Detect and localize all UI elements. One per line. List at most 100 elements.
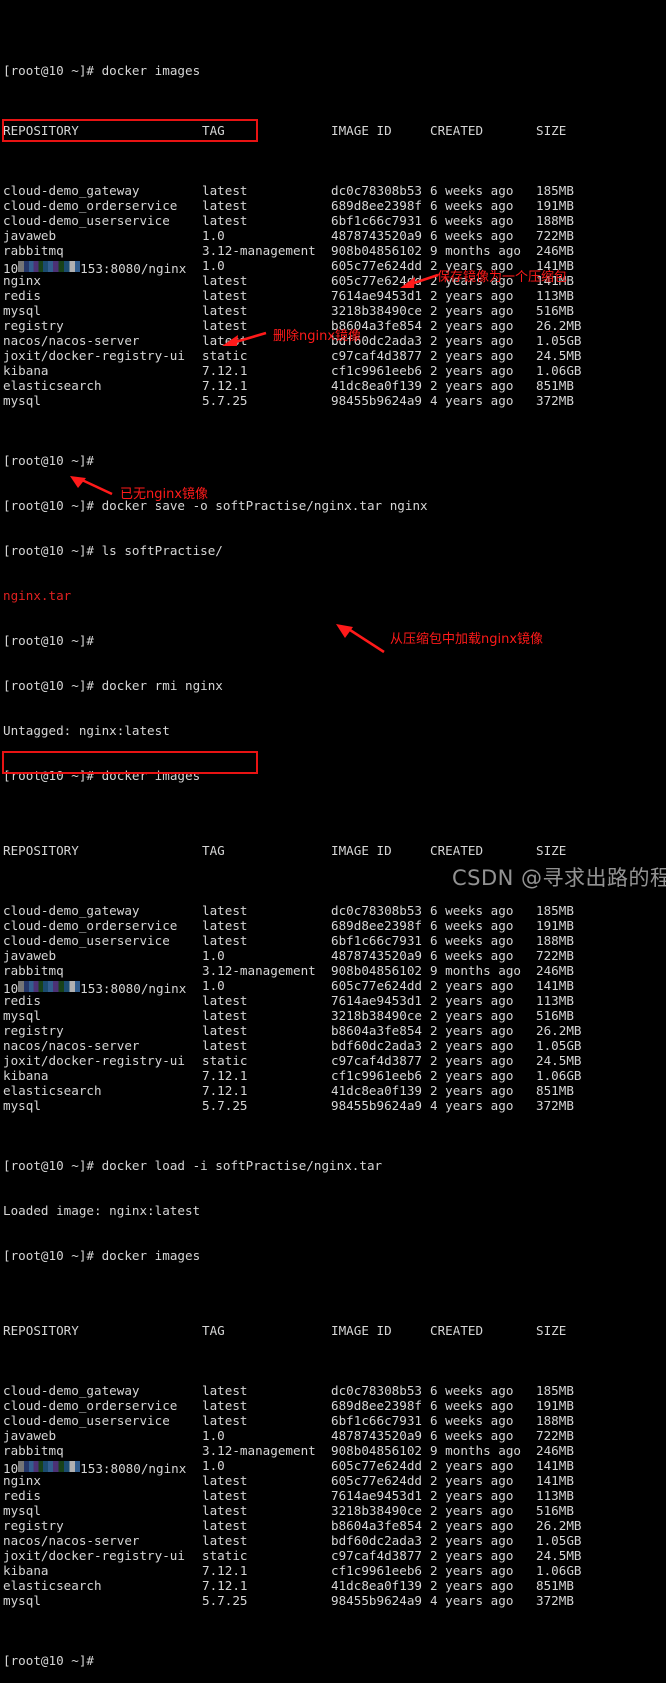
cell-tag: 5.7.25 bbox=[202, 393, 248, 408]
cell-image-id: 4878743520a9 bbox=[331, 948, 422, 963]
table-row: 10 153:8080/nginx 1.0 605c77e624dd 2 years a… bbox=[3, 1458, 666, 1476]
cell-image-id: 605c77e624dd bbox=[331, 978, 422, 993]
cell-repository: cloud-demo_orderservice bbox=[3, 918, 178, 933]
cell-created: 2 years ago bbox=[430, 993, 514, 1008]
column-header-size: SIZE bbox=[536, 843, 567, 858]
cell-size: 722MB bbox=[536, 228, 574, 243]
table-row: nacos/nacos-server latest bdf60dc2ada3 2 ye… bbox=[3, 1038, 666, 1053]
cell-size: 722MB bbox=[536, 1428, 574, 1443]
cell-repository: rabbitmq bbox=[3, 963, 64, 978]
table-header: REPOSITORY TAG IMAGE ID CREATED SIZE bbox=[3, 843, 666, 858]
shell-prompt: [root@10 ~]# bbox=[3, 543, 102, 558]
cell-created: 2 years ago bbox=[430, 1068, 514, 1083]
cell-repository: joxit/docker-registry-ui bbox=[3, 1053, 185, 1068]
cell-repository: nginx bbox=[3, 273, 41, 288]
column-header-repository: REPOSITORY bbox=[3, 123, 79, 138]
cell-tag: 7.12.1 bbox=[202, 1068, 248, 1083]
cell-size: 516MB bbox=[536, 303, 574, 318]
cell-repository: joxit/docker-registry-ui bbox=[3, 348, 185, 363]
cell-size: 185MB bbox=[536, 903, 574, 918]
cell-tag: static bbox=[202, 348, 248, 363]
cell-repository: redis bbox=[3, 1488, 41, 1503]
cell-size: 113MB bbox=[536, 288, 574, 303]
cell-created: 2 years ago bbox=[430, 1563, 514, 1578]
cell-tag: 7.12.1 bbox=[202, 1083, 248, 1098]
table-header: REPOSITORY TAG IMAGE ID CREATED SIZE bbox=[3, 1323, 666, 1338]
cell-created: 2 years ago bbox=[430, 1578, 514, 1593]
output-line: Loaded image: nginx:latest bbox=[3, 1203, 666, 1218]
cell-size: 851MB bbox=[536, 1578, 574, 1593]
terminal-window[interactable]: [root@10 ~]# docker images REPOSITORY TA… bbox=[0, 0, 666, 1668]
command-text: ls softPractise/ bbox=[101, 543, 223, 558]
cell-size: 26.2MB bbox=[536, 1518, 582, 1533]
cell-size: 372MB bbox=[536, 1593, 574, 1608]
cell-created: 2 years ago bbox=[430, 1518, 514, 1533]
column-header-tag: TAG bbox=[202, 1323, 225, 1338]
cell-tag: latest bbox=[202, 918, 248, 933]
cell-created: 6 weeks ago bbox=[430, 1413, 514, 1428]
table-row: rabbitmq 3.12-management 908b04856102 9 mon… bbox=[3, 963, 666, 978]
table-row: cloud-demo_orderservice latest 689d8ee2398… bbox=[3, 918, 666, 933]
table-row: joxit/docker-registry-ui static c97caf4d38… bbox=[3, 1548, 666, 1563]
shell-prompt: [root@10 ~]# bbox=[3, 498, 102, 513]
cell-repository: nacos/nacos-server bbox=[3, 1533, 140, 1548]
cell-tag: latest bbox=[202, 1383, 248, 1398]
output-line: nginx.tar bbox=[3, 588, 666, 603]
cell-size: 24.5MB bbox=[536, 1053, 582, 1068]
table-row: mysql latest 3218b38490ce 2 years ago 516MB bbox=[3, 1008, 666, 1023]
command-text: docker load -i softPractise/nginx.tar bbox=[101, 1158, 383, 1173]
cell-size: 722MB bbox=[536, 948, 574, 963]
column-header-created: CREATED bbox=[430, 1323, 484, 1338]
cell-created: 6 weeks ago bbox=[430, 933, 514, 948]
cell-repository: cloud-demo_orderservice bbox=[3, 1398, 178, 1413]
cell-created: 2 years ago bbox=[430, 1038, 514, 1053]
shell-prompt: [root@10 ~]# bbox=[3, 633, 102, 648]
cell-tag: 1.0 bbox=[202, 1428, 225, 1443]
cell-size: 1.05GB bbox=[536, 1533, 582, 1548]
table-row: mysql 5.7.25 98455b9624a9 4 years ago 372MB bbox=[3, 393, 666, 408]
cell-size: 246MB bbox=[536, 1443, 574, 1458]
cell-repository: nginx bbox=[3, 1473, 41, 1488]
shell-prompt: [root@10 ~]# bbox=[3, 678, 102, 693]
untagged-output: Untagged: nginx:latest bbox=[3, 723, 170, 738]
cell-repository: cloud-demo_gateway bbox=[3, 1383, 140, 1398]
table-row: elasticsearch 7.12.1 41dc8ea0f139 2 years a… bbox=[3, 1578, 666, 1593]
table-row: kibana 7.12.1 cf1c9961eeb6 2 years ago 1.06G… bbox=[3, 1068, 666, 1083]
cell-repository: mysql bbox=[3, 1593, 41, 1608]
cell-size: 246MB bbox=[536, 243, 574, 258]
annotation-arrow-save bbox=[400, 273, 439, 288]
cell-tag: latest bbox=[202, 198, 248, 213]
table-row: cloud-demo_gateway latest dc0c78308b53 6 we… bbox=[3, 903, 666, 918]
cell-created: 2 years ago bbox=[430, 303, 514, 318]
cell-created: 2 years ago bbox=[430, 978, 514, 993]
command-line: [root@10 ~]# docker rmi nginx bbox=[3, 678, 666, 693]
cell-tag: 3.12-management bbox=[202, 243, 316, 258]
cell-created: 2 years ago bbox=[430, 1548, 514, 1563]
cell-image-id: b8604a3fe854 bbox=[331, 1023, 422, 1038]
cell-image-id: 689d8ee2398f bbox=[331, 1398, 422, 1413]
annotation-rmi-label: 删除nginx镜像 bbox=[273, 329, 362, 344]
cell-repository: javaweb bbox=[3, 948, 57, 963]
cell-tag: latest bbox=[202, 1473, 248, 1488]
cell-repository: cloud-demo_userservice bbox=[3, 1413, 170, 1428]
cell-created: 6 weeks ago bbox=[430, 1428, 514, 1443]
cell-tag: latest bbox=[202, 1008, 248, 1023]
column-header-created: CREATED bbox=[430, 123, 484, 138]
cell-repository: kibana bbox=[3, 1068, 49, 1083]
cell-size: 851MB bbox=[536, 1083, 574, 1098]
table-row: redis latest 7614ae9453d1 2 years ago 113MB bbox=[3, 1488, 666, 1503]
cell-repository: cloud-demo_orderservice bbox=[3, 198, 178, 213]
cell-tag: 5.7.25 bbox=[202, 1098, 248, 1113]
cell-repository: elasticsearch bbox=[3, 378, 102, 393]
cell-created: 4 years ago bbox=[430, 1098, 514, 1113]
cell-created: 6 weeks ago bbox=[430, 918, 514, 933]
loaded-image-output: Loaded image: nginx:latest bbox=[3, 1203, 201, 1218]
cell-created: 2 years ago bbox=[430, 378, 514, 393]
shell-prompt: [root@10 ~]# bbox=[3, 1158, 102, 1173]
cell-image-id: bdf60dc2ada3 bbox=[331, 1038, 422, 1053]
annotation-arrow-gone bbox=[70, 476, 113, 496]
table-row: cloud-demo_gateway latest dc0c78308b53 6 we… bbox=[3, 1383, 666, 1398]
column-header-repository: REPOSITORY bbox=[3, 843, 79, 858]
cell-image-id: 6bf1c66c7931 bbox=[331, 213, 422, 228]
column-header-created: CREATED bbox=[430, 843, 484, 858]
